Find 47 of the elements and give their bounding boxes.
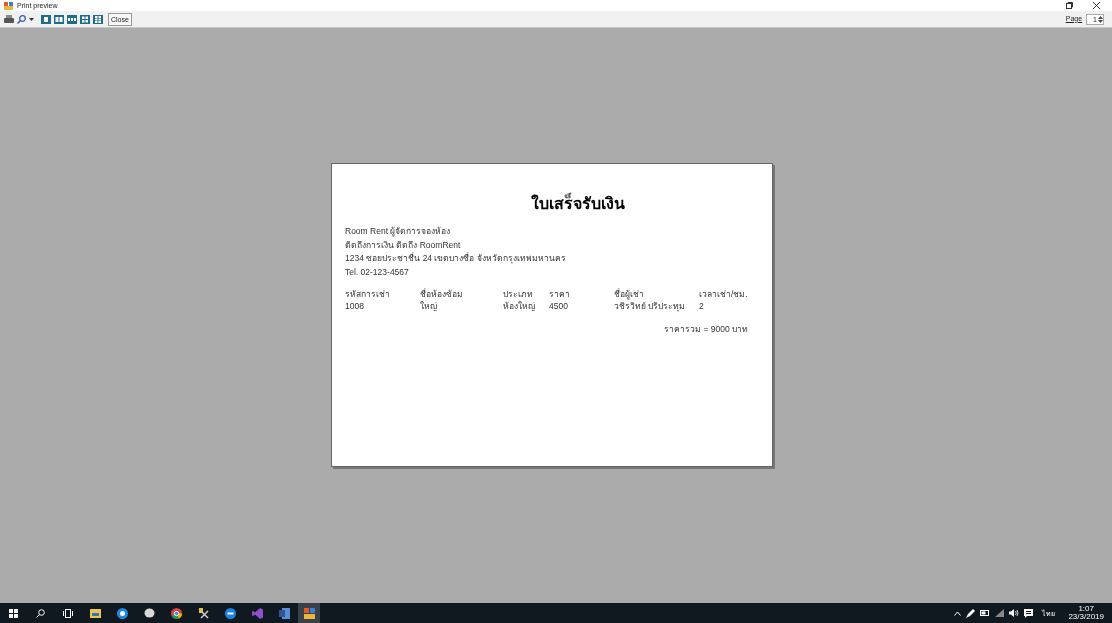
speaker-icon[interactable]	[1009, 609, 1020, 617]
app-icon[interactable]	[144, 608, 155, 618]
restore-icon[interactable]	[1066, 2, 1073, 9]
battery-icon[interactable]	[980, 610, 991, 616]
windows-icon[interactable]	[9, 608, 18, 618]
two-pages-icon[interactable]	[54, 14, 64, 24]
four-pages-icon[interactable]	[80, 14, 90, 24]
folder-icon[interactable]	[90, 608, 101, 618]
address-line: ติดถึงการเงิน ติดถึง RoomRent	[345, 240, 462, 249]
column-header: รหัสการเช่า	[345, 289, 391, 300]
column-header: ราคา	[549, 289, 571, 300]
search-icon[interactable]	[36, 608, 45, 618]
column-header: ชื่อผู้เช่า	[614, 289, 645, 300]
table-cell-text: ห้องใหญ่	[503, 300, 536, 312]
clock-date[interactable]: 23/3/2019	[1068, 613, 1104, 621]
printer-icon[interactable]	[4, 14, 14, 24]
table-cell-text: ใหญ่	[420, 300, 438, 312]
table-cell-text: 4500	[549, 300, 569, 312]
chevron-up-icon[interactable]	[954, 610, 962, 616]
tools-icon[interactable]	[198, 607, 209, 619]
chat-icon[interactable]	[225, 607, 236, 619]
task-view-icon[interactable]	[63, 608, 73, 618]
total-text: ราคารวม = 9000 บาท	[664, 323, 748, 336]
visual-studio-icon[interactable]	[252, 607, 263, 619]
column-header: ประเภท	[503, 289, 534, 300]
active-app-tab[interactable]	[298, 603, 320, 623]
six-pages-icon[interactable]	[93, 14, 103, 24]
close-icon[interactable]	[1093, 2, 1100, 9]
table-cell-text: วชิรวิทย์ ปริประทุม	[614, 300, 687, 312]
word-icon[interactable]	[279, 607, 290, 619]
table-cell-text: 2	[699, 300, 705, 312]
app-icon	[4, 1, 13, 10]
notification-icon[interactable]	[1024, 608, 1034, 618]
column-header: เวลาเช่า/ชม.	[699, 289, 749, 300]
app-icon	[303, 607, 315, 619]
column-header: ชื่อห้องซ้อม	[420, 289, 464, 300]
table-cell-text: 1008	[345, 300, 365, 312]
three-pages-icon[interactable]	[67, 14, 77, 24]
address-line: 1234 ซอยประชาชื่น 24 เขตบางซื่อ จังหวัดกรุงเทพมหานคร	[345, 254, 567, 263]
app-icon[interactable]	[117, 607, 128, 619]
pen-icon[interactable]	[966, 608, 976, 618]
address-line: Tel. 02-123-4567	[345, 267, 410, 276]
address-line: Room Rent ผู้จัดการจองห้อง	[345, 227, 452, 236]
caret-icon[interactable]	[29, 17, 34, 21]
chrome-icon[interactable]	[171, 607, 182, 619]
clock-time[interactable]: 1:07	[1078, 605, 1094, 613]
one-page-icon[interactable]	[41, 14, 51, 24]
